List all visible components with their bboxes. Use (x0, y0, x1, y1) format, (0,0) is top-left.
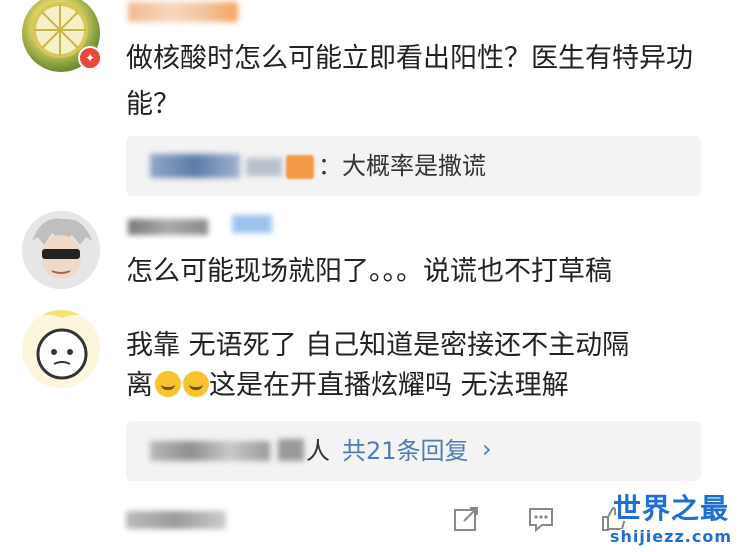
more-replies-suffix: 人 (306, 437, 330, 465)
watermark-url: shijiezz.com (609, 527, 732, 546)
more-replies-link[interactable]: 共21条回复 (342, 436, 469, 466)
reply-usernames-blurred-2 (278, 439, 304, 461)
cartoon-avatar-image (22, 310, 100, 388)
comment-text-suffix: 这是在开直播炫耀吗 无法理解 (209, 370, 569, 401)
anime-avatar-image (22, 211, 100, 289)
timestamp-blurred (126, 511, 226, 529)
reply-text: ：大概率是撒谎 (318, 152, 486, 180)
comment-text: 做核酸时怎么可能立即看出阳性？医生有特异功能？ (126, 43, 693, 120)
avatar[interactable] (22, 211, 100, 289)
comment-icon[interactable] (527, 505, 555, 533)
comment-2: 怎么可能现场就阳了。。。说谎也不打草稿 (0, 205, 740, 310)
chevron-right-icon: › (482, 435, 492, 463)
comment-text: 怎么可能现场就阳了。。。说谎也不打草稿 (126, 256, 612, 287)
reply-username-blurred-2 (246, 158, 282, 176)
username-blurred[interactable] (128, 2, 238, 22)
avatar[interactable] (22, 310, 100, 388)
more-replies-box[interactable]: 人 共21条回复 › (126, 421, 701, 481)
username-blurred[interactable] (128, 219, 208, 235)
level-badge-icon (286, 155, 314, 179)
sweat-smile-emoji-icon (183, 371, 209, 397)
comment-text-prefix: 离 (126, 370, 153, 401)
reply-username-blurred[interactable] (150, 154, 240, 178)
sweat-smile-emoji-icon (155, 371, 181, 397)
share-icon[interactable] (452, 505, 480, 533)
comment-1: ✦ 做核酸时怎么可能立即看出阳性？医生有特异功能？ ：大概率是撒谎 (0, 0, 740, 210)
reply-usernames-blurred (150, 441, 270, 461)
watermark: 世界之最 shijiezz.com (610, 487, 732, 546)
username-blurred-2 (232, 215, 272, 233)
reply-box[interactable]: ：大概率是撒谎 (126, 136, 701, 196)
verified-badge-icon: ✦ (78, 46, 102, 70)
watermark-title: 世界之最 (612, 492, 729, 525)
comment-text-line-2: 离 这是在开直播炫耀吗 无法理解 (126, 363, 704, 409)
